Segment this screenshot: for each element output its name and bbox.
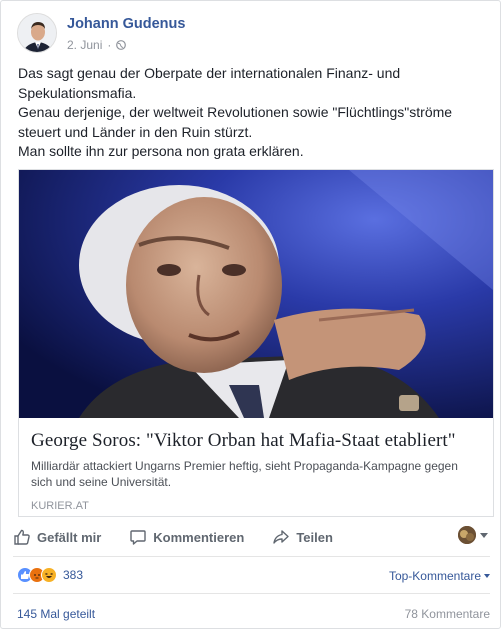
viewer-avatar [458, 526, 476, 544]
post-as-selector[interactable] [458, 526, 488, 544]
author-name[interactable]: Johann Gudenus [67, 16, 185, 32]
author-avatar[interactable] [17, 13, 57, 53]
like-button[interactable]: Gefällt mir [13, 528, 101, 546]
shares-count[interactable]: 145 Mal geteilt [17, 607, 95, 621]
comment-button[interactable]: Kommentieren [129, 528, 244, 546]
reaction-count[interactable]: 383 [63, 568, 83, 582]
link-preview-image[interactable] [19, 170, 493, 418]
post-card: Johann Gudenus 2. Juni · Das sagt genau … [0, 0, 501, 629]
divider [13, 593, 490, 594]
link-description: Milliardär attackiert Ungarns Premier he… [31, 459, 458, 489]
post-date[interactable]: 2. Juni [67, 38, 102, 52]
link-title[interactable]: George Soros: "Viktor Orban hat Mafia-St… [31, 430, 481, 452]
like-label: Gefällt mir [37, 529, 102, 545]
post-header: Johann Gudenus 2. Juni · [17, 13, 185, 57]
chevron-down-icon [484, 574, 490, 578]
post-text-line: Man sollte ihn zur persona non grata erk… [18, 143, 304, 159]
comment-label: Kommentieren [153, 529, 245, 545]
link-preview[interactable]: George Soros: "Viktor Orban hat Mafia-St… [18, 169, 494, 517]
action-bar: Gefällt mir Kommentieren Teilen [13, 521, 495, 553]
post-text-line: Genau derjenige, der weltweit Revolution… [18, 104, 453, 140]
haha-reaction-icon [41, 567, 57, 583]
divider [13, 556, 490, 557]
globe-icon[interactable] [116, 40, 127, 50]
post-text: Das sagt genau der Oberpate der internat… [18, 64, 488, 162]
reactions-summary[interactable]: 383 [17, 567, 83, 583]
share-button[interactable]: Teilen [272, 528, 333, 546]
comments-count[interactable]: 78 Kommentare [405, 607, 490, 621]
share-label: Teilen [296, 529, 333, 545]
share-icon [273, 530, 290, 544]
chevron-down-icon [480, 532, 488, 538]
thumbs-up-icon [14, 529, 30, 545]
post-text-line: Das sagt genau der Oberpate der internat… [18, 65, 401, 101]
link-domain: KURIER.AT [31, 500, 89, 512]
comment-icon [130, 530, 146, 545]
comment-sort-dropdown[interactable]: Top-Kommentare [389, 569, 490, 583]
comment-sort-label: Top-Kommentare [388, 569, 481, 583]
